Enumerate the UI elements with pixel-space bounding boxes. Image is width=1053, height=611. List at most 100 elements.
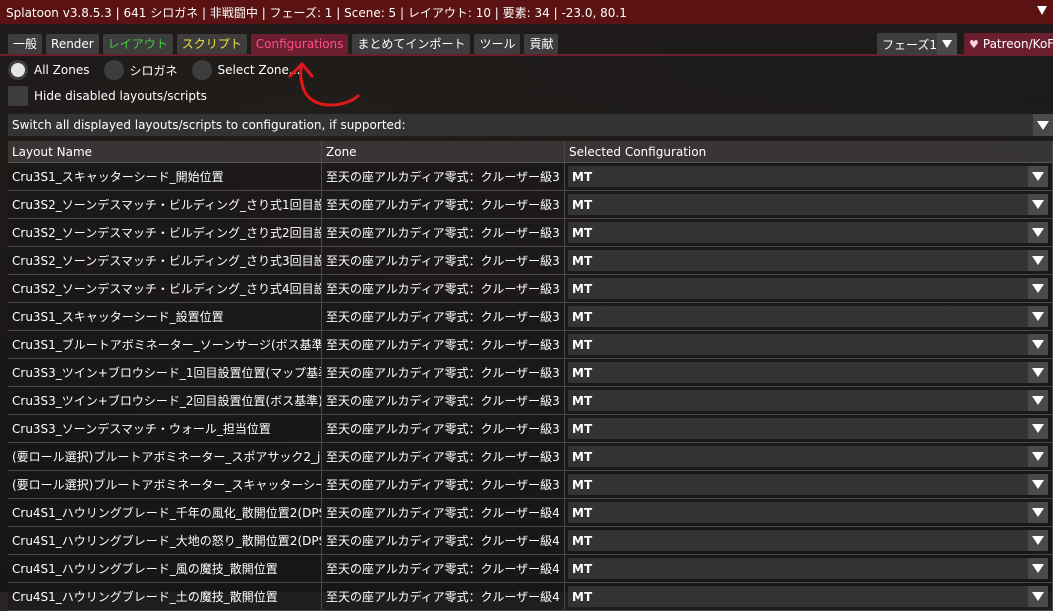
tab-0[interactable]: 一般 <box>8 34 43 54</box>
configuration-select[interactable]: MT <box>568 446 1048 467</box>
cell-configuration: MT <box>565 219 1053 246</box>
cell-layout-name: Cru4S1_ハウリングブレード_土の魔技_散開位置 <box>8 583 322 610</box>
collapse-icon[interactable] <box>1037 6 1047 15</box>
configuration-value: MT <box>572 337 593 352</box>
configuration-select[interactable]: MT <box>568 418 1048 439</box>
chevron-down-icon[interactable] <box>1028 278 1048 299</box>
tab-1[interactable]: Render <box>46 34 99 54</box>
chevron-down-icon[interactable] <box>1028 362 1048 383</box>
chevron-down-icon[interactable] <box>1028 530 1048 551</box>
cell-layout-name: Cru4S1_ハウリングブレード_千年の風化_散開位置2(DPS <box>8 499 322 526</box>
chevron-down-icon[interactable] <box>1028 166 1048 187</box>
cell-configuration: MT <box>565 415 1053 442</box>
header-layout-name[interactable]: Layout Name <box>8 141 322 162</box>
tab-6[interactable]: ツール <box>474 34 521 54</box>
configuration-select[interactable]: MT <box>568 306 1048 327</box>
configuration-select[interactable]: MT <box>568 334 1048 355</box>
configuration-select[interactable]: MT <box>568 390 1048 411</box>
radio-current-zone[interactable]: シロガネ <box>103 60 178 80</box>
hide-disabled-label: Hide disabled layouts/scripts <box>34 89 207 103</box>
configuration-value: MT <box>572 225 593 240</box>
patreon-label: Patreon/KoF <box>982 37 1053 51</box>
chevron-down-icon[interactable] <box>1028 334 1048 355</box>
configuration-select[interactable]: MT <box>568 166 1048 187</box>
configuration-value: MT <box>572 505 593 520</box>
cell-configuration: MT <box>565 499 1053 526</box>
configuration-select[interactable]: MT <box>568 586 1048 607</box>
hide-disabled-checkbox[interactable] <box>8 86 28 106</box>
cell-layout-name: Cru3S3_ソーンデスマッチ・ウォール_担当位置 <box>8 415 322 442</box>
chevron-down-icon[interactable] <box>1033 114 1053 136</box>
patreon-button[interactable]: ♥ Patreon/KoF <box>964 33 1053 55</box>
radio-circle[interactable] <box>191 60 212 80</box>
chevron-down-icon[interactable] <box>1028 502 1048 523</box>
configuration-value: MT <box>572 253 593 268</box>
radio-circle[interactable] <box>103 60 124 80</box>
cell-configuration: MT <box>565 527 1053 554</box>
table-row: Cru3S2_ソーンデスマッチ・ビルディング_さり式4回目設 至天の座アルカディア… <box>8 275 1053 303</box>
chevron-down-icon[interactable] <box>1028 446 1048 467</box>
configuration-select[interactable]: MT <box>568 474 1048 495</box>
chevron-down-icon[interactable] <box>1028 250 1048 271</box>
configuration-select[interactable]: MT <box>568 530 1048 551</box>
chevron-down-icon[interactable] <box>1028 586 1048 607</box>
tab-7[interactable]: 貢献 <box>524 34 559 54</box>
table-row: Cru3S1_スキャッターシード_設置位置 至天の座アルカディア零式：クルーザー級… <box>8 303 1053 331</box>
configuration-select[interactable]: MT <box>568 558 1048 579</box>
configuration-value: MT <box>572 365 593 380</box>
tab-5[interactable]: まとめてインポート <box>352 34 471 54</box>
configuration-value: MT <box>572 477 593 492</box>
chevron-down-icon[interactable] <box>1028 194 1048 215</box>
table-row: Cru3S2_ソーンデスマッチ・ビルディング_さり式3回目設 至天の座アルカディア… <box>8 247 1053 275</box>
configuration-select[interactable]: MT <box>568 502 1048 523</box>
configuration-select[interactable]: MT <box>568 250 1048 271</box>
window-titlebar[interactable]: Splatoon v3.8.5.3 | 641 シロガネ | 非戦闘中 | フェ… <box>0 0 1053 24</box>
configuration-value: MT <box>572 393 593 408</box>
table-row: Cru3S1_ブルートアボミネーター_ソーンサージ(ボス基準 至天の座アルカディア… <box>8 331 1053 359</box>
cell-layout-name: Cru3S2_ソーンデスマッチ・ビルディング_さり式1回目設 <box>8 191 322 218</box>
cell-layout-name: (要ロール選択)ブルートアボミネーター_スキャッターシー <box>8 471 322 498</box>
cell-configuration: MT <box>565 583 1053 610</box>
configuration-value: MT <box>572 533 593 548</box>
chevron-down-icon[interactable] <box>1028 390 1048 411</box>
window-title: Splatoon v3.8.5.3 | 641 シロガネ | 非戦闘中 | フェ… <box>6 5 627 20</box>
table-body: Cru3S1_スキャッターシード_開始位置 至天の座アルカディア零式：クルーザー級… <box>8 163 1053 611</box>
chevron-down-icon[interactable] <box>1028 474 1048 495</box>
configuration-value: MT <box>572 281 593 296</box>
chevron-down-icon[interactable] <box>1028 222 1048 243</box>
cell-zone: 至天の座アルカディア零式：クルーザー級4 <box>322 499 565 526</box>
configuration-select[interactable]: MT <box>568 222 1048 243</box>
tab-3[interactable]: スクリプト <box>176 34 247 54</box>
chevron-down-icon[interactable] <box>1028 418 1048 439</box>
phase-select[interactable]: フェーズ1 <box>877 33 957 55</box>
cell-layout-name: (要ロール選択)ブルートアボミネーター_スポアサック2_j <box>8 443 322 470</box>
cell-layout-name: Cru4S1_ハウリングブレード_大地の怒り_散開位置2(DPS <box>8 527 322 554</box>
configuration-select[interactable]: MT <box>568 278 1048 299</box>
header-zone[interactable]: Zone <box>322 141 565 162</box>
configuration-value: MT <box>572 169 593 184</box>
cell-zone: 至天の座アルカディア零式：クルーザー級3 <box>322 443 565 470</box>
configuration-select[interactable]: MT <box>568 362 1048 383</box>
cell-zone: 至天の座アルカディア零式：クルーザー級3 <box>322 387 565 414</box>
configuration-value: MT <box>572 309 593 324</box>
cell-zone: 至天の座アルカディア零式：クルーザー級3 <box>322 415 565 442</box>
chevron-down-icon[interactable] <box>1028 558 1048 579</box>
configuration-select[interactable]: MT <box>568 194 1048 215</box>
tab-2[interactable]: レイアウト <box>102 34 173 54</box>
radio-all-zones[interactable]: All Zones <box>8 60 90 80</box>
cell-zone: 至天の座アルカディア零式：クルーザー級4 <box>322 583 565 610</box>
hide-disabled-row[interactable]: Hide disabled layouts/scripts <box>8 86 207 106</box>
chevron-down-icon[interactable] <box>937 33 957 55</box>
switch-all-label: Switch all displayed layouts/scripts to … <box>12 118 406 132</box>
red-annotation-arrow <box>288 62 360 107</box>
cell-configuration: MT <box>565 247 1053 274</box>
header-selected-configuration[interactable]: Selected Configuration <box>565 141 1053 162</box>
table-row: Cru3S2_ソーンデスマッチ・ビルディング_さり式2回目設 至天の座アルカディア… <box>8 219 1053 247</box>
chevron-down-icon[interactable] <box>1028 306 1048 327</box>
cell-zone: 至天の座アルカディア零式：クルーザー級3 <box>322 331 565 358</box>
switch-all-config-select[interactable]: Switch all displayed layouts/scripts to … <box>8 114 1053 136</box>
configurations-table: Layout Name Zone Selected Configuration … <box>8 141 1053 611</box>
zone-filter: All Zones シロガネ Select Zone... <box>8 60 314 80</box>
radio-circle[interactable] <box>8 60 28 80</box>
tab-4[interactable]: Configurations <box>250 34 349 54</box>
